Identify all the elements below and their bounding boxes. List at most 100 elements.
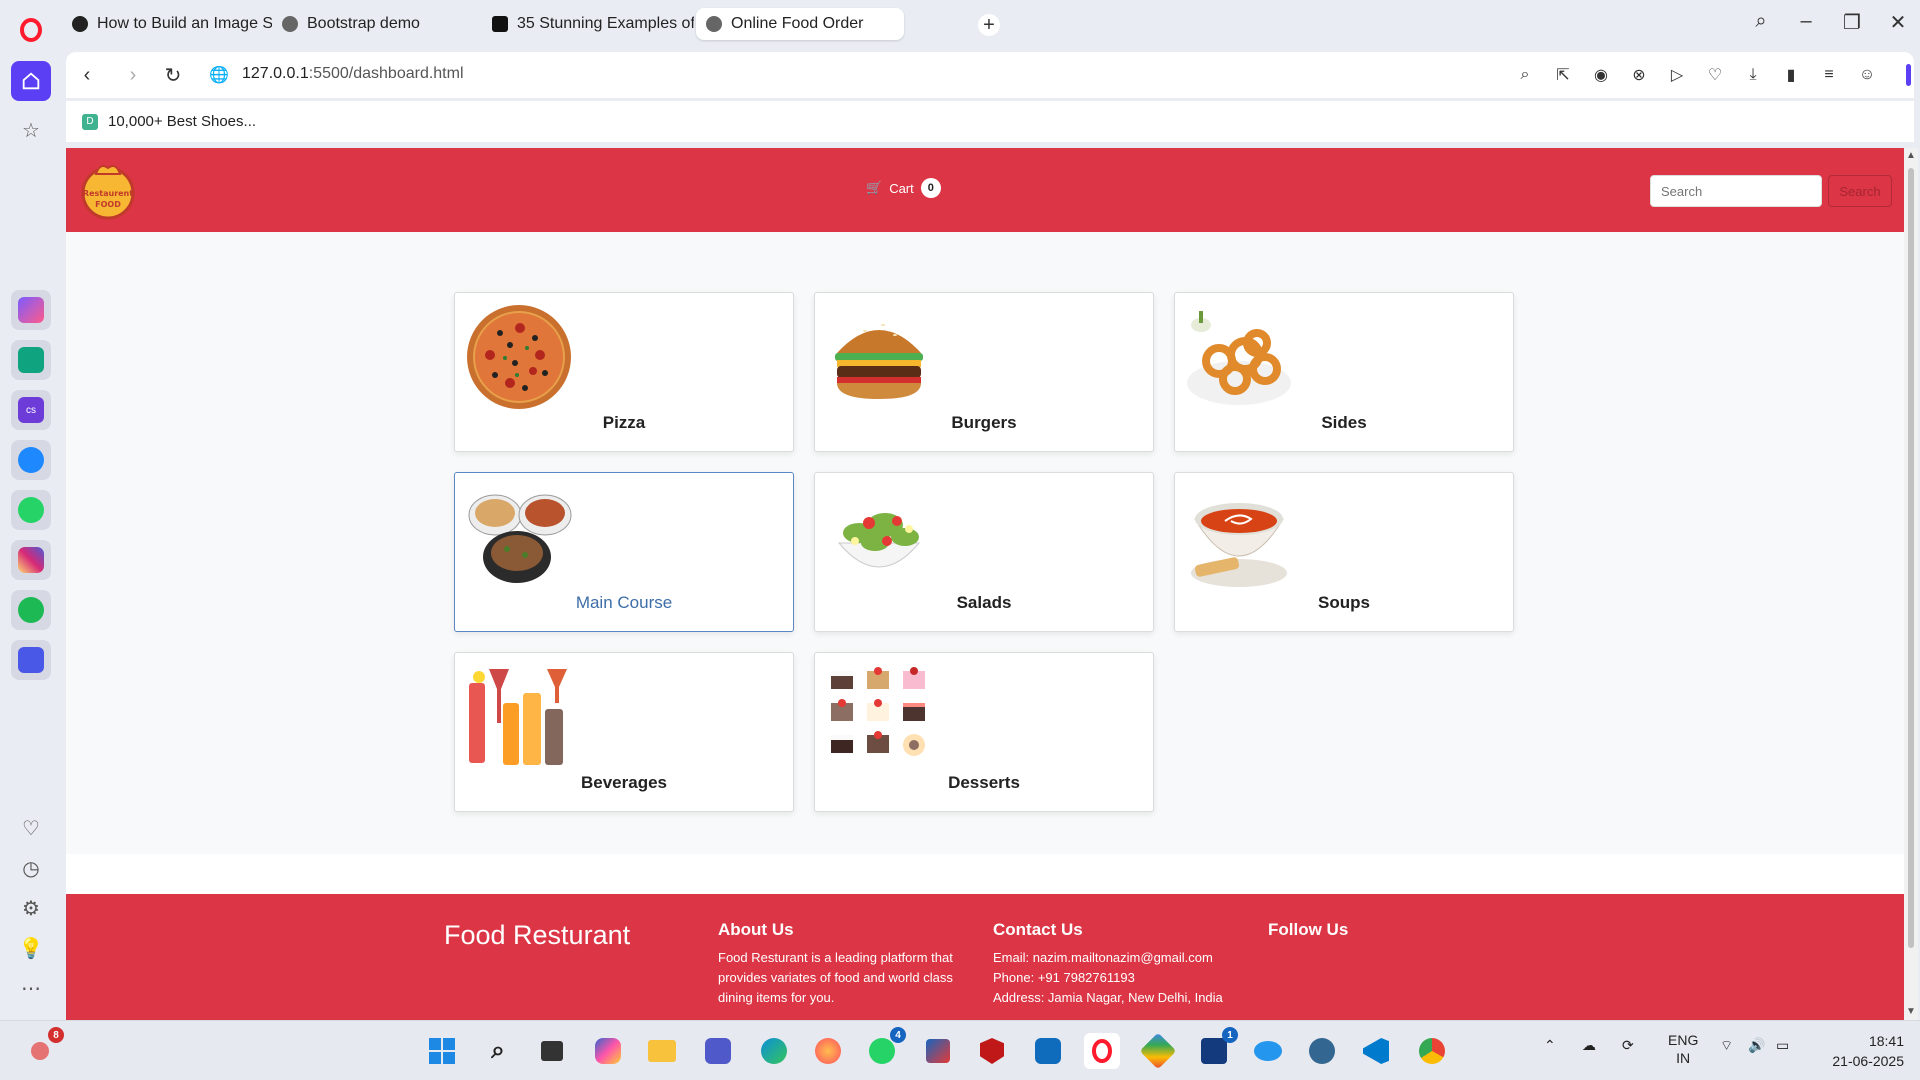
back-icon[interactable]: ‹: [74, 62, 100, 88]
heart-icon[interactable]: ♡: [11, 808, 51, 848]
tab-stunning-examples[interactable]: 35 Stunning Examples of C: [482, 8, 694, 40]
new-tab-button[interactable]: +: [978, 14, 1000, 36]
postgres-icon[interactable]: [1304, 1033, 1340, 1069]
bookmarks-bar: D 10,000+ Best Shoes...: [66, 100, 1914, 142]
download-icon[interactable]: ⤓: [1742, 64, 1764, 86]
category-card-burgers[interactable]: Burgers: [814, 292, 1154, 452]
tray-overflow-icon[interactable]: ⌃: [1544, 1037, 1556, 1054]
notification-icon[interactable]: 8: [22, 1027, 64, 1069]
page-viewport: Restaurent FOOD 🛒 Cart 0 Search Pizza: [66, 148, 1904, 1020]
share-icon[interactable]: ⇱: [1552, 64, 1574, 86]
wifi-icon[interactable]: ⌔: [1720, 1037, 1733, 1055]
onedrive-icon[interactable]: ☁: [1582, 1037, 1596, 1054]
l-app-icon[interactable]: 1: [1196, 1027, 1238, 1069]
sidebar-toggle-icon[interactable]: [1906, 64, 1911, 86]
search-tabs-icon[interactable]: ⌕: [1747, 10, 1775, 33]
vscode-icon[interactable]: [1358, 1033, 1394, 1069]
category-card-pizza[interactable]: Pizza: [454, 292, 794, 452]
opera-logo-icon[interactable]: [11, 10, 51, 50]
adblock-icon[interactable]: ⊗: [1628, 64, 1650, 86]
aria-icon[interactable]: [11, 290, 51, 330]
cart-link[interactable]: 🛒 Cart 0: [866, 178, 941, 198]
mcafee-icon[interactable]: [974, 1033, 1010, 1069]
search-input[interactable]: [1650, 175, 1822, 207]
gemini-icon[interactable]: [1139, 1032, 1177, 1070]
settings-icon[interactable]: ⚙: [11, 888, 51, 928]
footer-about-text: Food Resturant is a leading platform tha…: [718, 950, 953, 1005]
burger-icon: [835, 324, 923, 399]
bookmark-item[interactable]: D 10,000+ Best Shoes...: [82, 113, 256, 130]
profile-icon[interactable]: ☺: [1856, 64, 1878, 86]
tab-bootstrap-demo[interactable]: Bootstrap demo: [272, 8, 482, 40]
easy-setup-icon[interactable]: ≡: [1818, 64, 1840, 86]
soup-icon: [1191, 503, 1287, 587]
tab-image-search[interactable]: How to Build an Image Se: [62, 8, 272, 40]
category-card-beverages[interactable]: Beverages: [454, 652, 794, 812]
star-icon[interactable]: ☆: [11, 110, 51, 150]
clock[interactable]: 18:41 21-06-2025: [1810, 1031, 1904, 1071]
windows-start-icon[interactable]: [424, 1033, 460, 1069]
scroll-down-icon[interactable]: ▼: [1906, 1006, 1916, 1017]
tab-label: Online Food Order: [731, 15, 864, 32]
category-title: Salads: [956, 593, 1012, 612]
footer-follow: Follow Us: [1268, 920, 1518, 948]
language-indicator[interactable]: ENG IN: [1668, 1031, 1698, 1067]
chrome-icon[interactable]: [1414, 1033, 1450, 1069]
category-card-main-course[interactable]: Main Course: [454, 472, 794, 632]
restaurant-logo[interactable]: Restaurent FOOD: [78, 160, 138, 220]
url-field[interactable]: 127.0.0.1:5500/dashboard.html: [242, 65, 464, 83]
camera-icon[interactable]: ◉: [1590, 64, 1612, 86]
site-info-icon[interactable]: 🌐: [206, 62, 232, 88]
category-card-soups[interactable]: Soups: [1174, 472, 1514, 632]
scroll-up-icon[interactable]: ▲: [1906, 150, 1916, 161]
lightbulb-icon[interactable]: 💡: [11, 928, 51, 968]
whatsapp-taskbar-icon[interactable]: 4: [864, 1027, 906, 1069]
footer-email: Email: nazim.mailtonazim@gmail.com: [993, 950, 1213, 965]
footer-contact-title: Contact Us: [993, 920, 1083, 939]
teams-icon[interactable]: [700, 1033, 736, 1069]
minimize-icon[interactable]: –: [1792, 10, 1820, 33]
address-bar: ‹ › ↻ 🌐 127.0.0.1:5500/dashboard.html ⌕ …: [66, 52, 1914, 98]
category-card-sides[interactable]: Sides: [1174, 292, 1514, 452]
send-icon[interactable]: ▷: [1666, 64, 1688, 86]
volume-icon[interactable]: 🔊: [1748, 1037, 1765, 1054]
cs-app-icon[interactable]: cs: [11, 390, 51, 430]
firefox-icon[interactable]: [810, 1033, 846, 1069]
opera-taskbar-icon[interactable]: [1084, 1033, 1120, 1069]
battery-icon[interactable]: ▭: [1776, 1037, 1789, 1054]
category-title: Main Course: [575, 593, 673, 612]
footer-phone: Phone: +91 7982761193: [993, 970, 1135, 985]
whatsapp-icon[interactable]: [11, 490, 51, 530]
edge-icon[interactable]: [756, 1033, 792, 1069]
home-icon[interactable]: [11, 61, 51, 101]
battery-saver-icon[interactable]: ▮: [1780, 64, 1802, 86]
task-view-icon[interactable]: [534, 1033, 570, 1069]
reload-icon[interactable]: ↻: [160, 62, 186, 88]
favorite-icon[interactable]: ♡: [1704, 64, 1726, 86]
instagram-icon[interactable]: [11, 540, 51, 580]
forward-icon[interactable]: ›: [120, 62, 146, 88]
category-card-salads[interactable]: Salads: [814, 472, 1154, 632]
docker-icon[interactable]: [1250, 1033, 1286, 1069]
messenger-icon[interactable]: [11, 440, 51, 480]
history-icon[interactable]: ◷: [11, 848, 51, 888]
chatgpt-icon[interactable]: [11, 340, 51, 380]
more-icon[interactable]: ⋯: [11, 968, 51, 1008]
restore-icon[interactable]: ❐: [1838, 10, 1866, 35]
category-card-desserts[interactable]: Desserts: [814, 652, 1154, 812]
tab-online-food-order[interactable]: Online Food Order: [696, 8, 904, 40]
close-icon[interactable]: ✕: [1884, 10, 1912, 35]
outlook-icon[interactable]: [1030, 1033, 1066, 1069]
l-app-badge: 1: [1222, 1027, 1238, 1043]
scroll-thumb[interactable]: [1908, 168, 1914, 948]
player-icon[interactable]: [11, 640, 51, 680]
store-icon[interactable]: [920, 1033, 956, 1069]
spotify-icon[interactable]: [11, 590, 51, 630]
page-scrollbar[interactable]: ▲ ▼: [1904, 148, 1918, 1020]
search-icon[interactable]: ⌕: [480, 1033, 516, 1069]
sync-icon[interactable]: ⟳: [1622, 1037, 1634, 1054]
file-explorer-icon[interactable]: [644, 1033, 680, 1069]
find-icon[interactable]: ⌕: [1514, 64, 1536, 86]
copilot-icon[interactable]: [590, 1033, 626, 1069]
search-button[interactable]: Search: [1828, 175, 1892, 207]
